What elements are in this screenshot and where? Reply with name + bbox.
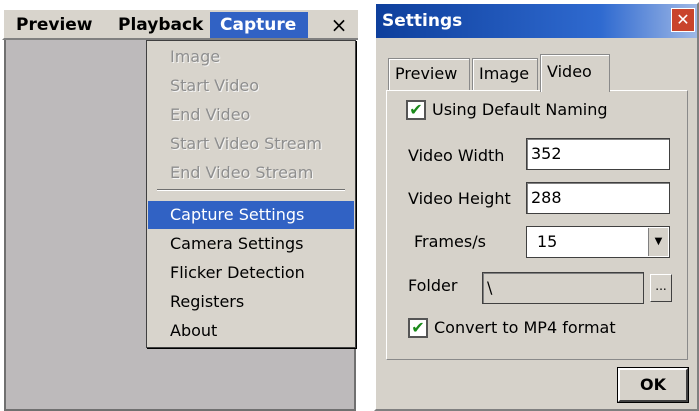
menu-separator bbox=[157, 189, 345, 191]
menu-item-flicker-detection[interactable]: Flicker Detection bbox=[148, 259, 354, 287]
menu-item-image: Image bbox=[170, 47, 221, 66]
menu-item-camera-settings[interactable]: Camera Settings bbox=[148, 230, 354, 258]
video-width-field[interactable]: 352 bbox=[526, 138, 670, 170]
convert-mp4-checkbox[interactable]: ✔ bbox=[408, 318, 428, 338]
menu-item-start-video-stream: Start Video Stream bbox=[170, 134, 322, 153]
menu-item-end-video-stream: End Video Stream bbox=[170, 163, 314, 182]
menu-bar: Preview Playback Capture × bbox=[2, 8, 358, 40]
ok-button[interactable]: OK bbox=[617, 367, 689, 403]
menu-item-capture-settings[interactable]: Capture Settings bbox=[148, 201, 354, 229]
menu-item-registers[interactable]: Registers bbox=[148, 288, 354, 316]
menu-item-start-video: Start Video bbox=[170, 76, 259, 95]
close-icon[interactable]: × bbox=[322, 12, 356, 38]
close-icon[interactable]: ✕ bbox=[671, 8, 695, 32]
tab-image[interactable]: Image bbox=[472, 58, 538, 90]
frames-label: Frames/s bbox=[414, 232, 486, 251]
video-height-field[interactable]: 288 bbox=[526, 182, 670, 214]
folder-field[interactable]: \ bbox=[482, 272, 644, 304]
tab-preview[interactable]: Preview bbox=[388, 58, 470, 90]
video-height-label: Video Height bbox=[408, 189, 511, 208]
menu-item-about[interactable]: About bbox=[148, 317, 354, 345]
video-width-label: Video Width bbox=[408, 146, 505, 165]
dialog-titlebar: Settings ✕ bbox=[376, 4, 697, 38]
camera-app-window: Preview Playback Capture × Image Start V… bbox=[0, 0, 360, 411]
folder-browse-button[interactable]: ... bbox=[650, 274, 672, 302]
tab-video[interactable]: Video bbox=[540, 54, 610, 92]
check-mark-icon: ✔ bbox=[411, 318, 425, 337]
frames-select[interactable]: 15 ▼ bbox=[526, 226, 670, 258]
menu-capture[interactable]: Capture bbox=[210, 12, 308, 38]
menu-preview[interactable]: Preview bbox=[10, 12, 99, 38]
capture-dropdown-menu: Image Start Video End Video Start Video … bbox=[146, 40, 356, 348]
folder-label: Folder bbox=[408, 276, 458, 295]
chevron-down-icon[interactable]: ▼ bbox=[648, 228, 668, 256]
using-default-naming-label: Using Default Naming bbox=[432, 100, 608, 119]
menu-item-end-video: End Video bbox=[170, 105, 251, 124]
check-mark-icon: ✔ bbox=[409, 100, 423, 119]
settings-dialog: Settings ✕ Preview Image Video ✔ Using D… bbox=[374, 2, 699, 411]
dialog-title: Settings bbox=[382, 11, 463, 31]
using-default-naming-checkbox[interactable]: ✔ bbox=[406, 100, 426, 120]
menu-playback[interactable]: Playback bbox=[112, 12, 209, 38]
convert-mp4-label: Convert to MP4 format bbox=[434, 318, 616, 337]
frames-value: 15 bbox=[537, 232, 558, 251]
